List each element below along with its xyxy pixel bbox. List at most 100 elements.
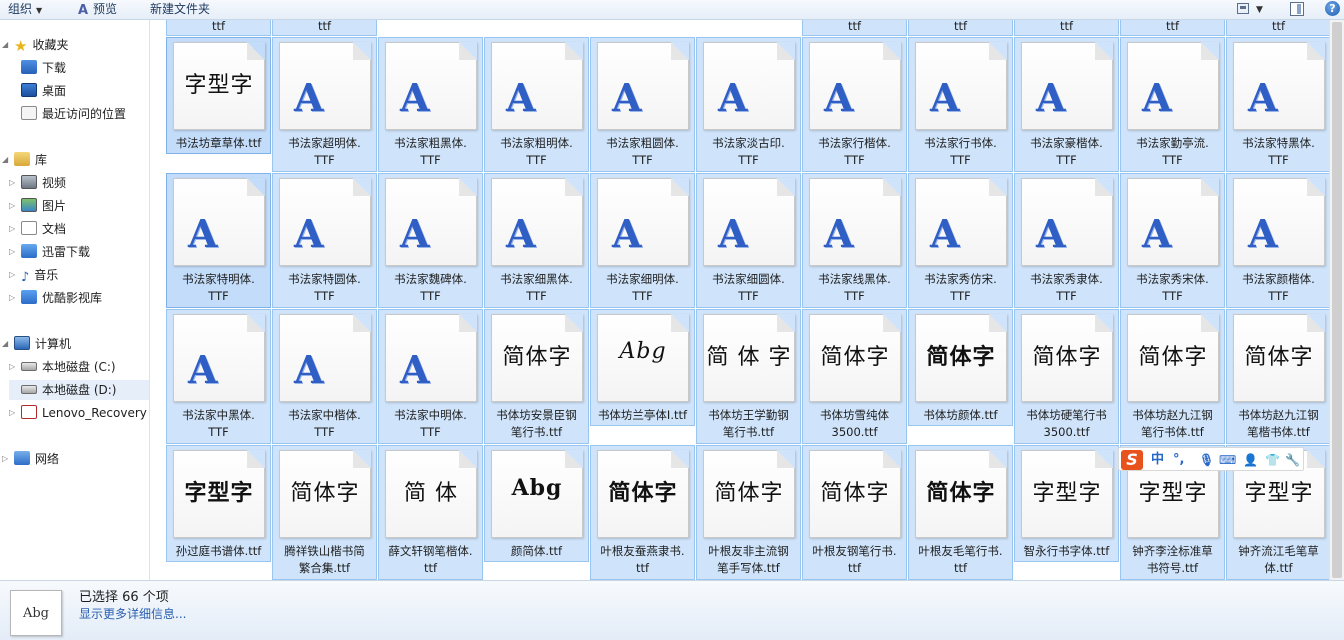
nav-music[interactable]: ▷ ♪ 音乐 <box>9 265 58 285</box>
font-file-tile[interactable]: 简体字 书体坊颜体.ttf <box>908 309 1013 426</box>
font-file-tile[interactable]: A 书法家特明体. TTF <box>166 173 271 308</box>
file-tile[interactable]: ttf <box>1226 20 1329 36</box>
font-file-tile[interactable]: 字型字 智永行书字体.ttf <box>1014 445 1119 562</box>
vertical-scrollbar[interactable] <box>1329 20 1344 580</box>
file-tile[interactable]: ttf <box>272 20 377 36</box>
collapse-icon[interactable]: ▷ <box>9 173 15 193</box>
font-file-tile[interactable]: A 书法家细黑体. TTF <box>484 173 589 308</box>
file-name: 叶根友非主流钢 笔手写体.ttf <box>697 543 800 577</box>
font-file-tile[interactable]: A 书法家秀隶体. TTF <box>1014 173 1119 308</box>
font-file-tile[interactable]: 简体字 书体坊硬笔行书 3500.ttf <box>1014 309 1119 444</box>
file-tile[interactable]: ttf <box>1120 20 1225 36</box>
change-view-button[interactable]: ▼ <box>1234 2 1268 17</box>
font-file-tile[interactable]: 简 体薛文轩钢笔楷体. ttf <box>378 445 483 580</box>
collapse-icon[interactable]: ▷ <box>9 403 15 423</box>
font-file-tile[interactable]: 简体字 叶根友毛笔行书. ttf <box>908 445 1013 580</box>
font-file-tile[interactable]: A 书法家中黑体. TTF <box>166 309 271 444</box>
font-file-tile[interactable]: A 书法家豪楷体. TTF <box>1014 37 1119 172</box>
font-file-tile[interactable]: A 书法家魏碑体. TTF <box>378 173 483 308</box>
font-file-tile[interactable]: 简体字 叶根友蚕燕隶书. ttf <box>590 445 695 580</box>
collapse-icon[interactable]: ▷ <box>9 265 15 285</box>
sogou-logo-icon[interactable]: S <box>1121 450 1143 470</box>
font-preview-thumbnail: A <box>279 314 371 402</box>
nav-pictures[interactable]: ▷ 图片 <box>9 196 66 216</box>
file-tile[interactable]: ttf <box>1014 20 1119 36</box>
collapse-icon[interactable]: ▷ <box>9 288 15 308</box>
font-file-tile[interactable]: 字型字 孙过庭书谱体.ttf <box>166 445 271 562</box>
font-file-tile[interactable]: Abg 书体坊兰亭体I.ttf <box>590 309 695 426</box>
ime-language-toggle[interactable]: 中 <box>1151 450 1164 470</box>
scroll-thumb[interactable] <box>1332 22 1342 578</box>
collapse-icon[interactable]: ▷ <box>9 357 15 377</box>
wrench-icon[interactable]: 🔧 <box>1285 450 1300 470</box>
font-file-tile[interactable]: A 书法家中明体. TTF <box>378 309 483 444</box>
font-file-tile[interactable]: A 书法家秀宋体. TTF <box>1120 173 1225 308</box>
nav-youku[interactable]: ▷ 优酷影视库 <box>9 288 102 308</box>
nav-documents[interactable]: ▷ 文档 <box>9 219 66 239</box>
font-file-tile[interactable]: A 书法家特黑体. TTF <box>1226 37 1329 172</box>
new-folder-button[interactable]: 新建文件夹 <box>150 1 210 18</box>
organize-button[interactable]: 组织 ▼ <box>8 1 42 18</box>
font-file-tile[interactable]: A 书法家淡古印. TTF <box>696 37 801 172</box>
font-file-tile[interactable]: A 书法家特圆体. TTF <box>272 173 377 308</box>
font-file-tile[interactable]: 简体字 叶根友钢笔行书. ttf <box>802 445 907 580</box>
file-list[interactable]: ttf ttf ttf ttf ttf ttf ttf 字型字 书法坊章草体.ttf A 书法家超… <box>151 20 1329 580</box>
font-file-tile[interactable]: A 书法家秀仿宋. TTF <box>908 173 1013 308</box>
font-file-tile[interactable]: A 书法家细明体. TTF <box>590 173 695 308</box>
collapse-icon[interactable]: ▷ <box>9 242 15 262</box>
font-file-tile[interactable]: A 书法家勤亭流. TTF <box>1120 37 1225 172</box>
ime-punctuation-toggle[interactable]: °, <box>1173 450 1184 470</box>
file-name-line2: TTF <box>844 153 865 167</box>
nav-network[interactable]: ▷ 网络 <box>2 449 59 469</box>
collapse-icon[interactable]: ▷ <box>9 196 15 216</box>
font-file-tile[interactable]: A 书法家行楷体. TTF <box>802 37 907 172</box>
font-file-tile[interactable]: 简体字 书体坊雪纯体 3500.ttf <box>802 309 907 444</box>
user-icon[interactable]: 👤 <box>1243 450 1258 470</box>
font-file-tile[interactable]: Abg 颜简体.ttf <box>484 445 589 562</box>
nav-disk-d[interactable]: 本地磁盘 (D:) <box>9 380 149 400</box>
font-file-tile[interactable]: A 书法家超明体. TTF <box>272 37 377 172</box>
font-file-tile[interactable]: 简体字 腾祥铁山楷书简 繁合集.ttf <box>272 445 377 580</box>
font-file-tile[interactable]: A 书法家行书体. TTF <box>908 37 1013 172</box>
expand-icon[interactable]: ◢ <box>2 150 8 170</box>
nav-libraries[interactable]: ◢ 库 <box>2 150 47 170</box>
microphone-icon[interactable]: 🎙 <box>1199 450 1214 470</box>
collapse-icon[interactable]: ▷ <box>2 449 8 469</box>
font-file-tile[interactable]: A 书法家粗圆体. TTF <box>590 37 695 172</box>
expand-icon[interactable]: ◢ <box>2 35 8 55</box>
skin-shirt-icon[interactable]: 👕 <box>1265 450 1280 470</box>
font-file-tile[interactable]: 简体字 书体坊赵九江钢 笔行书体.ttf <box>1120 309 1225 444</box>
font-file-tile[interactable]: 简体字 叶根友非主流钢 笔手写体.ttf <box>696 445 801 580</box>
nav-xunlei[interactable]: ▷ 迅雷下载 <box>9 242 90 262</box>
preview-pane-toggle[interactable] <box>1290 2 1304 16</box>
font-file-tile[interactable]: A 书法家粗黑体. TTF <box>378 37 483 172</box>
file-tile[interactable]: ttf <box>802 20 907 36</box>
file-name-line1: 书体坊雪纯体 <box>820 408 889 422</box>
font-file-tile[interactable]: 简体字 书体坊安景臣钢 笔行书.ttf <box>484 309 589 444</box>
nav-downloads[interactable]: 下载 <box>21 58 66 78</box>
expand-icon[interactable]: ◢ <box>2 334 8 354</box>
help-icon[interactable]: ? <box>1325 1 1340 16</box>
collapse-icon[interactable]: ▷ <box>9 219 15 239</box>
nav-lenovo[interactable]: ▷ Lenovo_Recovery ( <box>9 403 149 423</box>
font-file-tile[interactable]: A 书法家粗明体. TTF <box>484 37 589 172</box>
file-tile[interactable]: ttf <box>908 20 1013 36</box>
font-file-tile[interactable]: A 书法家颜楷体. TTF <box>1226 173 1329 308</box>
font-file-tile[interactable]: 字型字 书法坊章草体.ttf <box>166 37 271 154</box>
show-details-link[interactable]: 显示更多详细信息... <box>79 605 186 622</box>
ime-toolbar[interactable]: S 中 °, 🎙 ⌨ 👤 👕 🔧 <box>1118 447 1304 471</box>
font-file-tile[interactable]: 简 体 字书体坊王学勤钢 笔行书.ttf <box>696 309 801 444</box>
nav-videos[interactable]: ▷ 视频 <box>9 173 66 193</box>
font-file-tile[interactable]: A 书法家线黑体. TTF <box>802 173 907 308</box>
font-file-tile[interactable]: 简体字 书体坊赵九江钢 笔楷书体.ttf <box>1226 309 1329 444</box>
font-file-tile[interactable]: A 书法家中楷体. TTF <box>272 309 377 444</box>
nav-desktop[interactable]: 桌面 <box>21 81 66 101</box>
preview-button[interactable]: A 预览 <box>76 1 117 18</box>
file-tile[interactable]: ttf <box>166 20 271 36</box>
nav-favorites[interactable]: ◢ ★ 收藏夹 <box>2 35 68 55</box>
nav-computer[interactable]: ◢ 计算机 <box>2 334 71 354</box>
nav-disk-c[interactable]: ▷ 本地磁盘 (C:) <box>9 357 116 377</box>
keyboard-icon[interactable]: ⌨ <box>1219 450 1236 470</box>
nav-recent[interactable]: 最近访问的位置 <box>21 104 126 124</box>
font-file-tile[interactable]: A 书法家细圆体. TTF <box>696 173 801 308</box>
